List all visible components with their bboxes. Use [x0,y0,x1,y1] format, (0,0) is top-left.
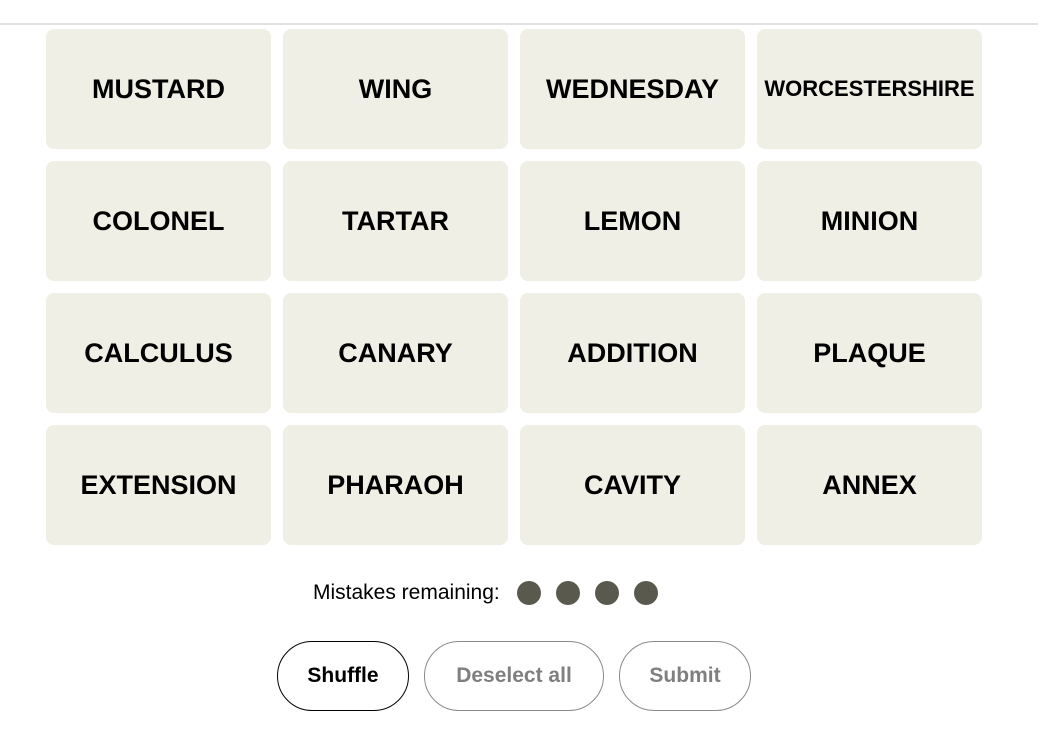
shuffle-button[interactable]: Shuffle [277,641,409,711]
mistake-dots [516,581,658,605]
mistake-dot [516,581,541,605]
word-tile[interactable]: WORCESTERSHIRE [757,29,982,149]
header-divider [0,23,1038,25]
word-tile[interactable]: MUSTARD [46,29,271,149]
submit-button[interactable]: Submit [619,641,751,711]
mistakes-remaining: Mistakes remaining: [313,578,658,608]
word-tile[interactable]: ANNEX [757,425,982,545]
word-tile[interactable]: COLONEL [46,161,271,281]
word-tile[interactable]: LEMON [520,161,745,281]
word-tile[interactable]: CANARY [283,293,508,413]
word-tile[interactable]: PHARAOH [283,425,508,545]
mistake-dot [555,581,580,605]
word-tile[interactable]: ADDITION [520,293,745,413]
word-tile[interactable]: CAVITY [520,425,745,545]
word-grid: MUSTARD WING WEDNESDAY WORCESTERSHIRE COLONE… [46,29,982,545]
word-tile[interactable]: WING [283,29,508,149]
word-tile[interactable]: MINION [757,161,982,281]
mistake-dot [594,581,619,605]
word-tile[interactable]: TARTAR [283,161,508,281]
word-tile[interactable]: PLAQUE [757,293,982,413]
word-tile[interactable]: EXTENSION [46,425,271,545]
deselect-all-button[interactable]: Deselect all [424,641,604,711]
word-tile[interactable]: WEDNESDAY [520,29,745,149]
word-tile[interactable]: CALCULUS [46,293,271,413]
mistake-dot [633,581,658,605]
mistakes-label: Mistakes remaining: [313,581,500,604]
